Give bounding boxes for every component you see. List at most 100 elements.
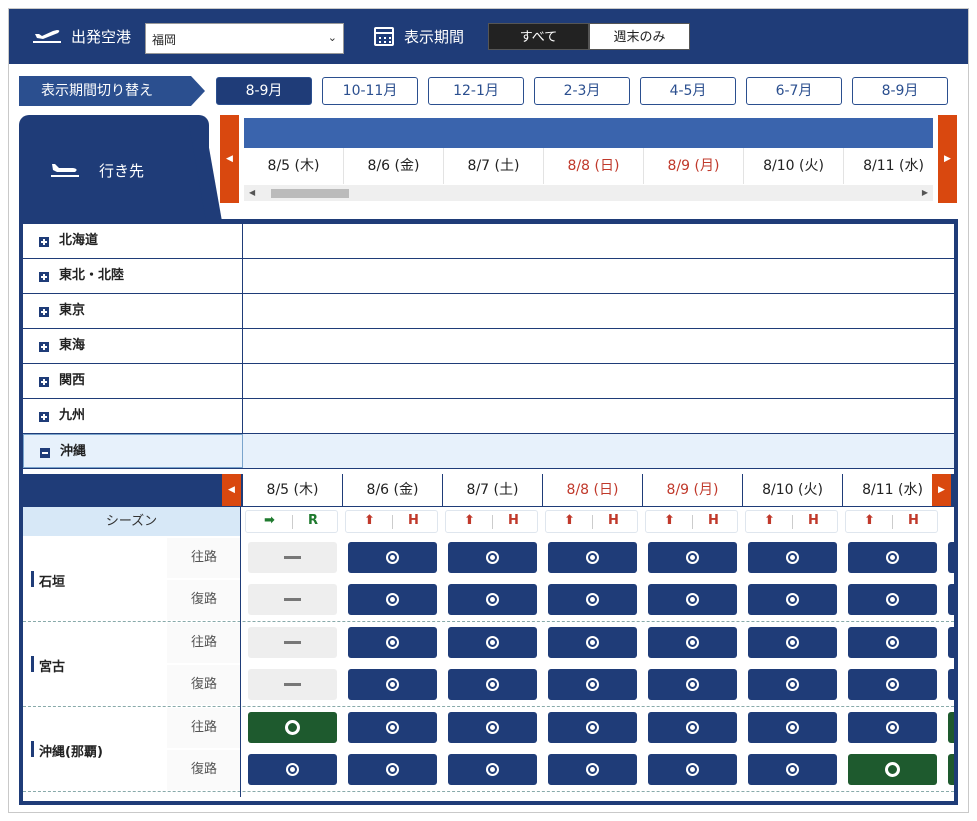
availability-cell[interactable] [748, 669, 837, 700]
grid-date-4: 8/9 (月) [643, 474, 743, 506]
strip-date-4[interactable]: 8/9 (月) [644, 148, 744, 184]
availability-cell[interactable] [648, 542, 737, 573]
expand-icon[interactable] [39, 307, 49, 317]
region-name[interactable]: 東京 [23, 294, 243, 328]
availability-cell[interactable] [748, 542, 837, 573]
availability-cell[interactable] [448, 669, 537, 700]
availability-cell[interactable] [448, 584, 537, 615]
availability-cell[interactable] [648, 627, 737, 658]
availability-cell[interactable] [648, 669, 737, 700]
availability-cell[interactable] [948, 669, 954, 700]
availability-cell[interactable] [748, 712, 837, 743]
availability-cell [248, 627, 337, 658]
region-name[interactable]: 東海 [23, 329, 243, 363]
region-name[interactable]: 東北・北陸 [23, 259, 243, 293]
availability-cell[interactable] [348, 754, 437, 785]
availability-cell[interactable] [348, 584, 437, 615]
region-row[interactable]: 東京 [23, 294, 954, 329]
period-tab-1[interactable]: 10-11月 [322, 77, 418, 105]
availability-cell[interactable] [848, 712, 937, 743]
period-tab-0[interactable]: 8-9月 [216, 77, 312, 105]
availability-cell[interactable] [348, 542, 437, 573]
region-row[interactable]: 北海道 [23, 224, 954, 259]
availability-cell[interactable] [248, 754, 337, 785]
period-tab-5[interactable]: 6-7月 [746, 77, 842, 105]
availability-cell[interactable] [948, 627, 954, 658]
availability-cell[interactable] [748, 754, 837, 785]
availability-cell[interactable] [748, 584, 837, 615]
period-tab-4[interactable]: 4-5月 [640, 77, 736, 105]
availability-cell[interactable] [948, 712, 954, 743]
strip-date-5[interactable]: 8/10 (火) [744, 148, 844, 184]
scroll-left-icon[interactable]: ◀ [249, 185, 255, 201]
region-name[interactable]: 関西 [23, 364, 243, 398]
availability-cell[interactable] [948, 542, 954, 573]
availability-cell[interactable] [848, 627, 937, 658]
availability-cell[interactable] [448, 542, 537, 573]
availability-cell[interactable] [948, 754, 954, 785]
destination-tab-label: 行き先 [99, 162, 145, 180]
availability-cell[interactable] [548, 712, 637, 743]
availability-cell[interactable] [548, 542, 637, 573]
availability-cell[interactable] [648, 584, 737, 615]
destination-tab: 行き先 [19, 115, 209, 227]
expand-icon[interactable] [39, 412, 49, 422]
region-row[interactable]: 九州 [23, 399, 954, 434]
availability-cell[interactable] [248, 712, 337, 743]
scroll-right-icon[interactable]: ▶ [922, 185, 928, 201]
scrollbar-thumb[interactable] [271, 189, 349, 198]
strip-date-1[interactable]: 8/6 (金) [344, 148, 444, 184]
availability-cell[interactable] [948, 584, 954, 615]
expand-icon[interactable] [39, 272, 49, 282]
availability-cell[interactable] [848, 669, 937, 700]
period-tab-3[interactable]: 2-3月 [534, 77, 630, 105]
availability-cell[interactable] [848, 584, 937, 615]
collapse-icon[interactable] [40, 448, 50, 458]
availability-cell[interactable] [348, 627, 437, 658]
strip-date-3[interactable]: 8/8 (日) [544, 148, 644, 184]
availability-cell[interactable] [348, 669, 437, 700]
availability-cell[interactable] [848, 542, 937, 573]
region-name[interactable]: 沖縄 [23, 434, 243, 468]
period-tab-2[interactable]: 12-1月 [428, 77, 524, 105]
date-prev-button[interactable]: ◀ [220, 115, 239, 203]
region-row[interactable]: 沖縄 [23, 434, 954, 469]
strip-date-0[interactable]: 8/5 (木) [244, 148, 344, 184]
grid-next-button[interactable]: ▶ [932, 474, 951, 506]
availability-cell[interactable] [548, 627, 637, 658]
availability-cell[interactable] [448, 712, 537, 743]
region-name[interactable]: 北海道 [23, 224, 243, 258]
availability-cell[interactable] [348, 712, 437, 743]
period-tab-6[interactable]: 8-9月 [852, 77, 948, 105]
expand-icon[interactable] [39, 342, 49, 352]
destination-group: 沖縄(那覇) 往路 復路 [23, 707, 954, 792]
expand-icon[interactable] [39, 237, 49, 247]
strip-date-6[interactable]: 8/11 (水) [844, 148, 944, 184]
availability-cell[interactable] [748, 627, 837, 658]
region-row[interactable]: 東海 [23, 329, 954, 364]
origin-select[interactable]: 福岡 ⌄ [145, 23, 344, 54]
availability-cell[interactable] [848, 754, 937, 785]
toggle-weekend-button[interactable]: 週末のみ [589, 23, 690, 50]
availability-cell[interactable] [548, 584, 637, 615]
destination-group: 石垣 往路 復路 [23, 537, 954, 622]
circle-icon [285, 720, 300, 735]
availability-cell[interactable] [648, 712, 737, 743]
date-next-button[interactable]: ▶ [938, 115, 957, 203]
region-row[interactable]: 関西 [23, 364, 954, 399]
region-name[interactable]: 九州 [23, 399, 243, 433]
grid-prev-button[interactable]: ◀ [222, 474, 241, 506]
dot-circle-icon [386, 551, 399, 564]
availability-cell[interactable] [548, 754, 637, 785]
availability-cell[interactable] [648, 754, 737, 785]
strip-date-2[interactable]: 8/7 (土) [444, 148, 544, 184]
period-switch-label: 表示期間切り替え [19, 76, 205, 106]
direction-out: 往路 [167, 623, 241, 663]
toggle-all-button[interactable]: すべて [488, 23, 589, 50]
region-row[interactable]: 東北・北陸 [23, 259, 954, 294]
expand-icon[interactable] [39, 377, 49, 387]
availability-cell[interactable] [548, 669, 637, 700]
availability-cell[interactable] [448, 627, 537, 658]
availability-cell[interactable] [448, 754, 537, 785]
date-scrollbar[interactable]: ◀ ▶ [244, 185, 933, 201]
